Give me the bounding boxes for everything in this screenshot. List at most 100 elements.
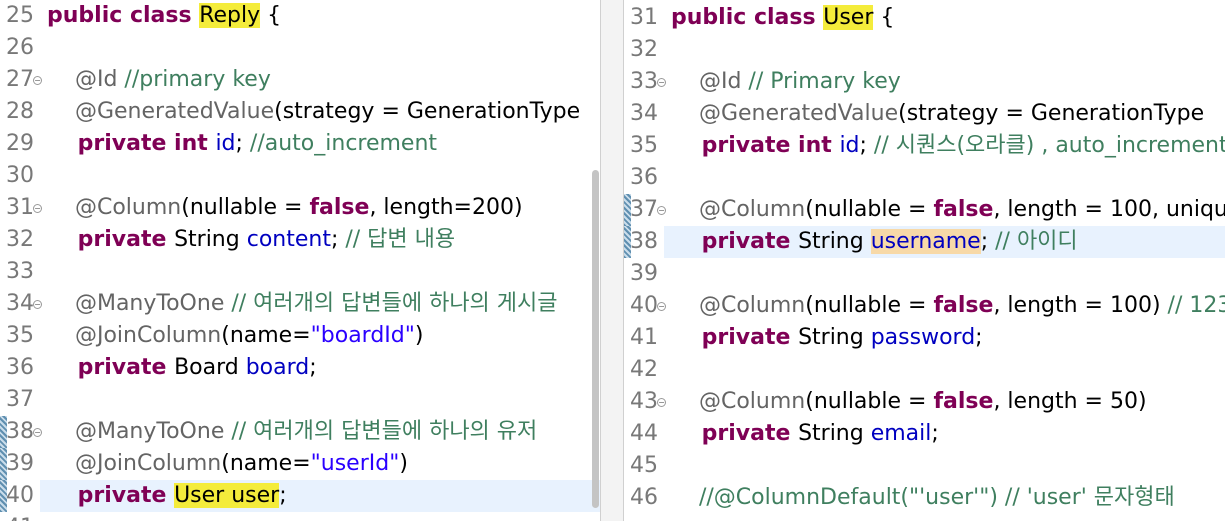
code-text[interactable]: @Column(nullable = false, length = 100, … [671, 194, 1225, 226]
code-token: email [870, 421, 932, 446]
collapse-circle-icon[interactable]: − [33, 204, 42, 213]
code-line[interactable]: 38 private String username; // 아이디 [624, 226, 1225, 258]
code-line[interactable]: 35 @JoinColumn(name="boardId") [0, 320, 600, 352]
code-token: // 답변 내용 [345, 227, 456, 252]
collapse-circle-icon[interactable]: − [33, 76, 42, 85]
code-token: board [245, 355, 310, 380]
line-gutter: 37 [0, 384, 40, 416]
collapse-circle-icon[interactable]: − [657, 206, 666, 215]
code-text[interactable]: @Column(nullable = false, length = 100) … [671, 290, 1225, 322]
code-line[interactable]: 31− @Column(nullable = false, length=200… [0, 192, 600, 224]
code-text[interactable]: @Column(nullable = false, length=200) [47, 192, 523, 224]
editor-splitter[interactable] [600, 0, 624, 521]
code-token: // 여러개의 답변들에 하나의 게시글 [224, 291, 558, 316]
code-token: (nullable = [805, 389, 934, 414]
code-token: // 1234 [1167, 293, 1225, 318]
code-text[interactable]: @Column(nullable = false, length = 50) [671, 386, 1147, 418]
collapse-circle-icon[interactable]: − [33, 300, 42, 309]
line-gutter: 31 [624, 2, 664, 34]
code-text[interactable]: @ManyToOne // 여러개의 답변들에 하나의 유저 [47, 416, 537, 448]
line-number: 27 [6, 67, 34, 92]
code-text[interactable]: private String password; [671, 322, 983, 354]
code-text[interactable]: private int id; //auto_increment [47, 128, 437, 160]
collapse-circle-icon[interactable]: − [657, 398, 666, 407]
left-scrollbar[interactable] [592, 170, 599, 508]
code-line[interactable]: 32 private String content; // 답변 내용 [0, 224, 600, 256]
code-line[interactable]: 39 @JoinColumn(name="userId") [0, 448, 600, 480]
code-line[interactable]: 40− @Column(nullable = false, length = 1… [624, 290, 1225, 322]
code-line[interactable]: 45 [624, 450, 1225, 482]
code-text[interactable]: private Board board; [47, 352, 317, 384]
code-line[interactable]: 36 [624, 162, 1225, 194]
code-text[interactable]: private String email; [671, 418, 939, 450]
code-line[interactable]: 43− @Column(nullable = false, length = 5… [624, 386, 1225, 418]
line-number: 30 [6, 163, 34, 188]
code-line[interactable]: 34− @ManyToOne // 여러개의 답변들에 하나의 게시글 [0, 288, 600, 320]
code-line[interactable]: 26 [0, 32, 600, 64]
collapse-circle-icon[interactable]: − [657, 78, 666, 87]
code-token: String [798, 229, 871, 254]
line-gutter: 45 [624, 450, 664, 482]
code-text[interactable]: @GeneratedValue(strategy = GenerationTyp… [671, 98, 1204, 130]
code-text[interactable]: @Id //primary key [47, 64, 271, 96]
code-line[interactable]: 37− @Column(nullable = false, length = 1… [624, 194, 1225, 226]
right-editor-pane[interactable]: 31 public class User {32 33− @Id // Primar… [624, 0, 1225, 521]
code-token: , length = 100) [993, 293, 1168, 318]
code-line[interactable]: 44 private String email; [624, 418, 1225, 450]
code-text[interactable]: private int id; // 시퀀스(오라클) , auto_incre… [671, 130, 1225, 162]
code-token: @Column [671, 197, 806, 222]
code-line[interactable]: 31 public class User { [624, 2, 1225, 34]
code-line[interactable]: 30 [0, 160, 600, 192]
code-line[interactable]: 39 [624, 258, 1225, 290]
line-gutter: 29 [0, 128, 40, 160]
line-number: 36 [630, 165, 658, 190]
code-token: // 아이디 [995, 229, 1078, 254]
code-line[interactable]: 38− @ManyToOne // 여러개의 답변들에 하나의 유저 [0, 416, 600, 448]
code-token: ) [399, 451, 408, 476]
collapse-circle-icon[interactable]: − [657, 302, 666, 311]
line-number: 39 [630, 261, 658, 286]
code-token: String [798, 421, 871, 446]
code-line[interactable]: 27− @Id //primary key [0, 64, 600, 96]
code-text[interactable]: private String username; // 아이디 [671, 226, 1078, 258]
collapse-circle-icon[interactable]: − [33, 428, 42, 437]
code-token: // 시퀀스(오라클) , auto_increment [873, 133, 1225, 158]
code-token: //primary key [117, 67, 271, 92]
code-token: (nullable = [805, 197, 934, 222]
code-text[interactable]: @JoinColumn(name="boardId") [47, 320, 424, 352]
line-number: 26 [6, 35, 34, 60]
code-line[interactable]: 28 @GeneratedValue(strategy = Generation… [0, 96, 600, 128]
code-text[interactable]: @JoinColumn(name="userId") [47, 448, 408, 480]
code-text[interactable]: @GeneratedValue(strategy = GenerationTyp… [47, 96, 580, 128]
code-line[interactable]: 46 //@ColumnDefault("'user'") // 'user' … [624, 482, 1225, 514]
code-line[interactable]: 41 private String password; [624, 322, 1225, 354]
code-line[interactable]: 41 [0, 512, 600, 521]
code-line[interactable]: 36 private Board board; [0, 352, 600, 384]
code-line[interactable]: 32 [624, 34, 1225, 66]
code-text[interactable]: //@ColumnDefault("'user'") // 'user' 문자형… [671, 482, 1175, 514]
line-number: 40 [630, 293, 658, 318]
line-gutter: 31− [0, 192, 42, 224]
code-line[interactable]: 40 private User user; [0, 480, 600, 512]
code-token: (nullable = [181, 195, 310, 220]
code-line[interactable]: 33− @Id // Primary key [624, 66, 1225, 98]
code-text[interactable]: private String content; // 답변 내용 [47, 224, 456, 256]
code-line[interactable]: 34 @GeneratedValue(strategy = Generation… [624, 98, 1225, 130]
code-token: , length=200) [369, 195, 523, 220]
line-number: 38 [630, 229, 658, 254]
code-text[interactable]: @ManyToOne // 여러개의 답변들에 하나의 게시글 [47, 288, 558, 320]
left-editor-pane[interactable]: 25 public class Reply {26 27− @Id //primar… [0, 0, 600, 521]
code-text[interactable]: @Id // Primary key [671, 66, 901, 98]
code-line[interactable]: 29 private int id; //auto_increment [0, 128, 600, 160]
code-line[interactable]: 35 private int id; // 시퀀스(오라클) , auto_in… [624, 130, 1225, 162]
code-line[interactable]: 25 public class Reply { [0, 0, 600, 32]
code-line[interactable]: 33 [0, 256, 600, 288]
code-text[interactable]: private User user; [47, 480, 287, 512]
code-text[interactable]: public class User { [671, 2, 894, 34]
code-line[interactable]: 42 [624, 354, 1225, 386]
code-line[interactable]: 37 [0, 384, 600, 416]
line-gutter: 39 [0, 448, 40, 480]
line-number: 37 [6, 387, 34, 412]
code-text[interactable]: public class Reply { [47, 0, 281, 32]
code-token: @JoinColumn [47, 323, 222, 348]
